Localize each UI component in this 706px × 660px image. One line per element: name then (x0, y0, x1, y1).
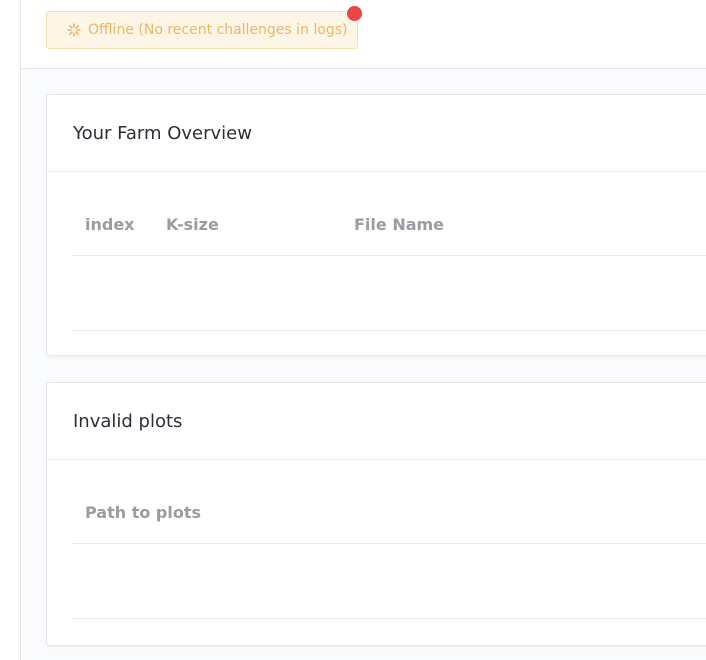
sidebar-edge (0, 0, 21, 660)
card-title: Invalid plots (47, 383, 706, 460)
top-bar: Offline (No recent challenges in logs) (21, 0, 706, 69)
card-title: Your Farm Overview (47, 95, 706, 172)
farm-overview-card: Your Farm Overview index K-size File Nam… (46, 94, 706, 356)
notification-dot (347, 6, 362, 21)
column-header-file-name[interactable]: File Name (354, 215, 444, 234)
status-text: Offline (No recent challenges in logs) (88, 22, 348, 38)
column-header-index[interactable]: index (85, 215, 135, 234)
spinner-icon (67, 23, 81, 37)
table-body-empty (72, 256, 706, 331)
table-header-row: index K-size File Name (72, 172, 706, 256)
column-header-k-size[interactable]: K-size (166, 215, 219, 234)
main-content: Your Farm Overview index K-size File Nam… (21, 69, 706, 660)
column-header-path[interactable]: Path to plots (85, 503, 201, 522)
table-body-empty (72, 544, 706, 619)
invalid-plots-card: Invalid plots Path to plots (46, 382, 706, 646)
farmer-status-badge[interactable]: Offline (No recent challenges in logs) (46, 11, 358, 49)
table-header-row: Path to plots (72, 460, 706, 544)
